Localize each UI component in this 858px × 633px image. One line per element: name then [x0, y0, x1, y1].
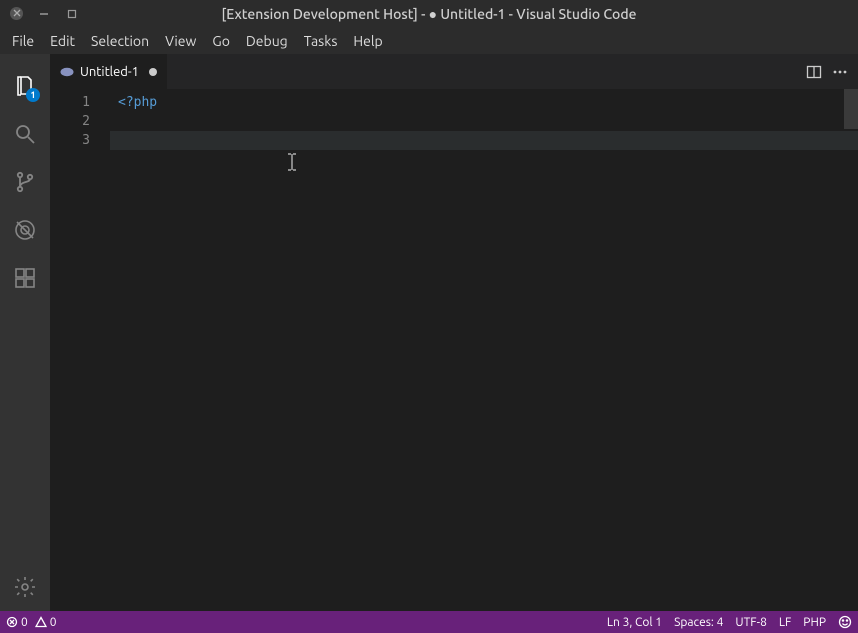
overview-ruler[interactable]: [844, 89, 858, 129]
extensions-icon: [13, 266, 37, 290]
menu-help[interactable]: Help: [345, 29, 390, 53]
status-eol[interactable]: LF: [773, 611, 797, 633]
split-editor-button[interactable]: [806, 64, 822, 80]
activity-bar: 1: [0, 54, 50, 611]
smiley-icon: [838, 615, 852, 629]
close-icon: [13, 9, 21, 17]
code-line[interactable]: [110, 112, 858, 131]
warning-icon: [35, 616, 47, 628]
status-bar: 0 0 Ln 3, Col 1 Spaces: 4 UTF-8 LF PHP: [0, 611, 858, 633]
status-encoding[interactable]: UTF-8: [729, 611, 772, 633]
php-open-tag: <?php: [118, 95, 157, 110]
status-cursor-position[interactable]: Ln 3, Col 1: [601, 611, 668, 633]
status-language[interactable]: PHP: [797, 611, 832, 633]
activity-debug[interactable]: [0, 206, 50, 254]
git-branch-icon: [13, 170, 37, 194]
search-icon: [13, 122, 37, 146]
menubar: File Edit Selection View Go Debug Tasks …: [0, 27, 858, 54]
menu-file[interactable]: File: [4, 29, 42, 53]
window-maximize-button[interactable]: [65, 7, 79, 21]
activity-search[interactable]: [0, 110, 50, 158]
editor-actions: [806, 54, 858, 89]
minimize-icon: [39, 9, 49, 19]
status-warning-count: 0: [50, 616, 57, 629]
menu-go[interactable]: Go: [204, 29, 237, 53]
line-number: 2: [50, 112, 90, 131]
activity-source-control[interactable]: [0, 158, 50, 206]
status-problems[interactable]: 0 0: [0, 611, 63, 633]
line-number-gutter: 1 2 3: [50, 89, 110, 611]
main-area: 1 Untitled-1: [0, 54, 858, 611]
activity-settings[interactable]: [0, 563, 50, 611]
tab-bar: Untitled-1: [50, 54, 858, 89]
code-line-current[interactable]: [110, 131, 858, 150]
activity-extensions[interactable]: [0, 254, 50, 302]
split-icon: [806, 64, 822, 80]
line-number: 1: [50, 93, 90, 112]
php-file-icon: [60, 67, 74, 77]
editor-body[interactable]: 1 2 3 <?php: [50, 89, 858, 611]
window-minimize-button[interactable]: [37, 7, 51, 21]
tab-untitled-1[interactable]: Untitled-1: [50, 54, 168, 89]
activity-explorer[interactable]: 1: [0, 62, 50, 110]
editor-more-button[interactable]: [832, 64, 848, 80]
code-line[interactable]: <?php: [110, 93, 858, 112]
window-close-button[interactable]: [10, 7, 23, 20]
bug-icon: [13, 218, 37, 242]
editor-area: Untitled-1 1 2 3 <?php: [50, 54, 858, 611]
menu-edit[interactable]: Edit: [42, 29, 83, 53]
explorer-badge: 1: [26, 88, 40, 102]
menu-tasks[interactable]: Tasks: [296, 29, 346, 53]
text-cursor-icon: [286, 153, 302, 169]
window-controls: [0, 7, 79, 21]
menu-debug[interactable]: Debug: [238, 29, 296, 53]
window-titlebar: [Extension Development Host] - ● Untitle…: [0, 0, 858, 27]
status-error-count: 0: [21, 616, 28, 629]
status-feedback[interactable]: [832, 611, 858, 633]
gear-icon: [13, 575, 37, 599]
code-content[interactable]: <?php: [110, 89, 858, 611]
menu-selection[interactable]: Selection: [83, 29, 157, 53]
error-icon: [6, 616, 18, 628]
maximize-icon: [67, 9, 77, 19]
tab-label: Untitled-1: [80, 65, 139, 79]
menu-view[interactable]: View: [157, 29, 204, 53]
status-indentation[interactable]: Spaces: 4: [668, 611, 729, 633]
tab-dirty-indicator: [149, 68, 157, 76]
line-number: 3: [50, 131, 90, 150]
ellipsis-icon: [832, 64, 848, 80]
window-title: [Extension Development Host] - ● Untitle…: [0, 6, 858, 22]
